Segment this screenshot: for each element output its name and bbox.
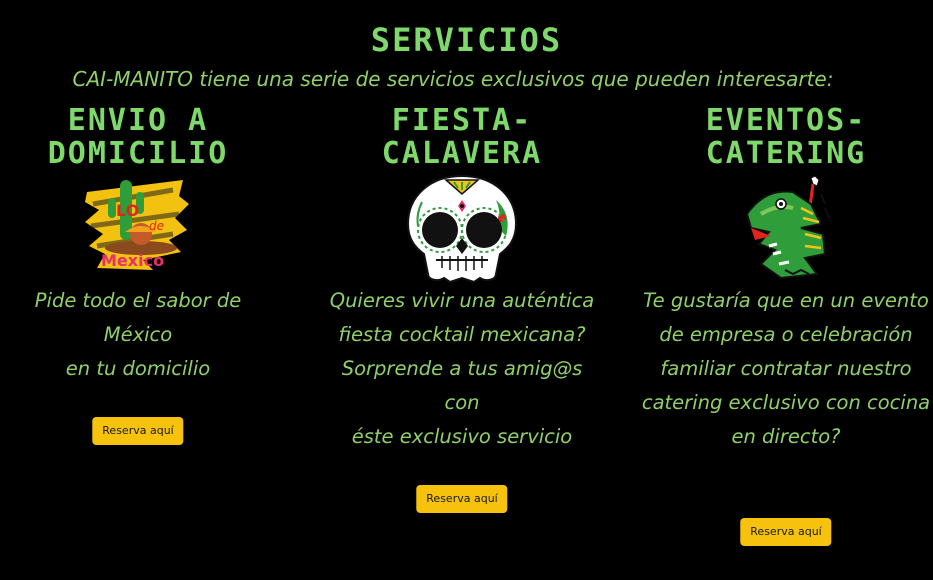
logo-text-bottom: Mexico xyxy=(101,251,164,270)
service-description-line: familiar contratar nuestro xyxy=(660,357,912,380)
reserve-button-envio[interactable]: Reserva aquí xyxy=(92,417,184,445)
service-description-line: de empresa o celebración xyxy=(659,323,913,346)
service-title-line1: ENVIO A xyxy=(67,103,209,138)
service-card-envio: ENVIO A DOMICILIO LO de Mexico Pide todo… xyxy=(0,104,276,574)
service-description: Pide todo el sabor de México en tu domic… xyxy=(0,284,276,386)
service-description-line: Pide todo el sabor de México xyxy=(34,289,242,346)
reserve-button-eventos[interactable]: Reserva aquí xyxy=(740,518,832,546)
lo-de-mexico-logo-icon: LO de Mexico xyxy=(83,174,193,274)
service-title-line1: EVENTOS- xyxy=(705,103,867,138)
service-description-line: Sorprende a tus amig@s con xyxy=(341,357,583,414)
logo-text-mid: de xyxy=(149,219,164,233)
sugar-skull-icon xyxy=(402,174,522,284)
service-title-line1: FIESTA- xyxy=(391,103,533,138)
logo-text-top: LO xyxy=(116,201,139,220)
service-card-eventos: EVENTOS- CATERING Te gustaría que en un … xyxy=(640,104,932,574)
service-title: FIESTA- CALAVERA xyxy=(322,104,602,170)
service-description-line: Quieres vivir una auténtica xyxy=(329,289,595,312)
page-title: SERVICIOS xyxy=(370,21,563,59)
service-title: EVENTOS- CATERING xyxy=(640,104,932,170)
service-description-line: fiesta cocktail mexicana? xyxy=(338,323,586,346)
service-description: Te gustaría que en un evento de empresa … xyxy=(640,284,932,454)
reserve-button-fiesta[interactable]: Reserva aquí xyxy=(416,485,508,513)
service-title: ENVIO A DOMICILIO xyxy=(0,104,276,170)
service-description-line: catering exclusivo con cocina xyxy=(641,391,931,414)
service-description: Quieres vivir una auténtica fiesta cockt… xyxy=(322,284,602,454)
service-description-line: éste exclusivo servicio xyxy=(351,425,573,448)
aztec-serpent-icon xyxy=(741,174,831,284)
service-title-line2: CALAVERA xyxy=(381,136,543,171)
service-description-line: en tu domicilio xyxy=(65,357,211,380)
service-description-line: Te gustaría que en un evento xyxy=(643,289,929,312)
service-description-line: en directo? xyxy=(731,425,841,448)
service-title-line2: DOMICILIO xyxy=(47,136,229,171)
service-card-fiesta: FIESTA- CALAVERA Quieres vivir una autén… xyxy=(322,104,602,574)
service-title-line2: CATERING xyxy=(705,136,867,171)
intro-text: CAI-MANITO tiene una serie de servicios … xyxy=(72,67,834,91)
